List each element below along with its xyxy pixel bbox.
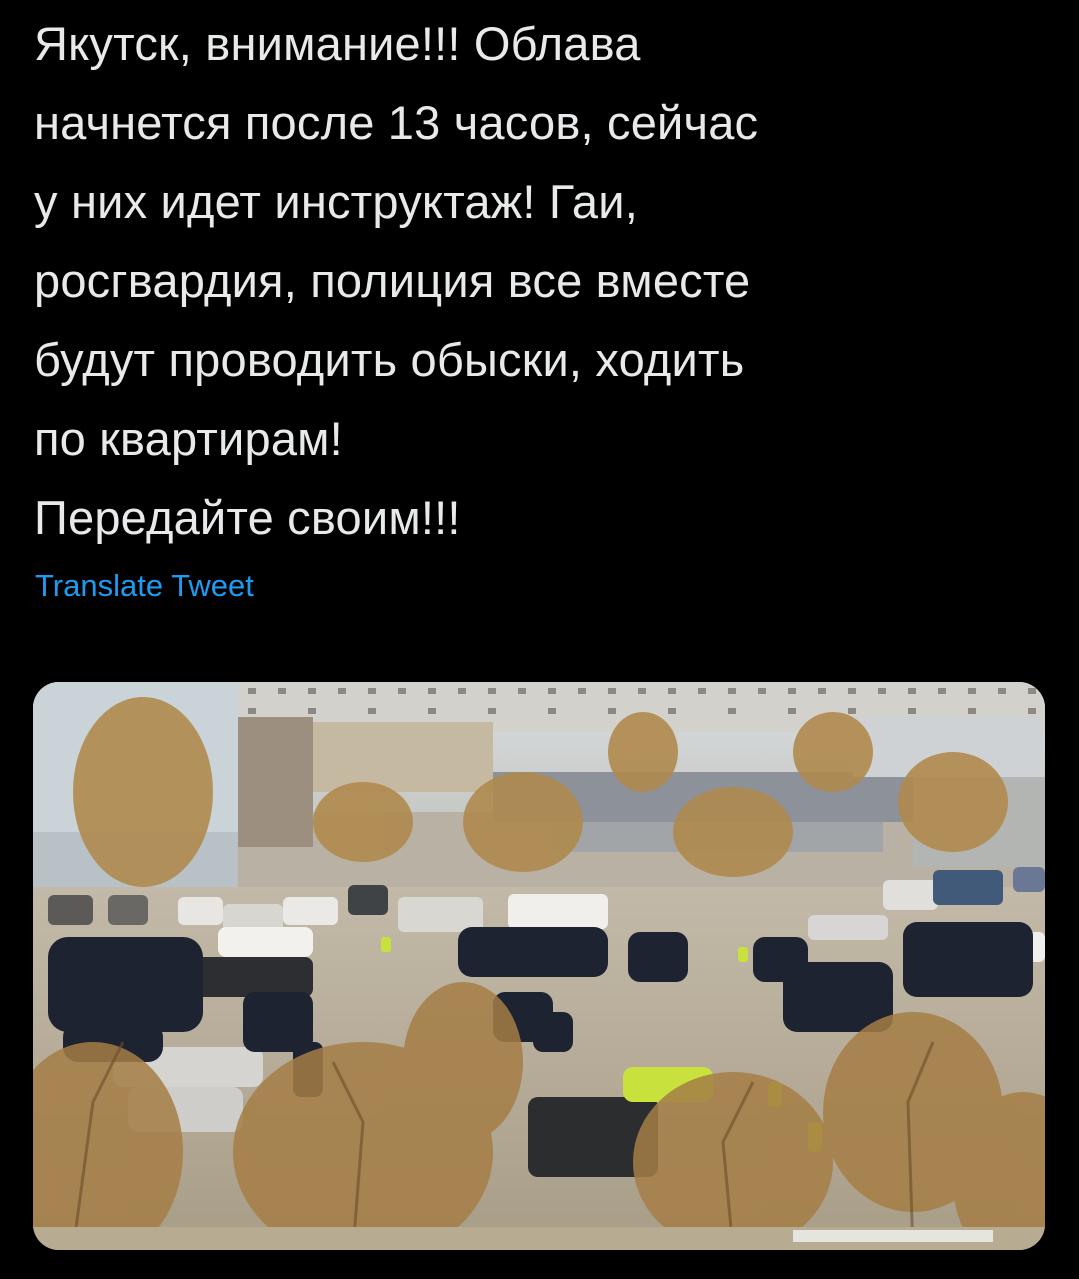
photo-scene [33,682,1045,1250]
tweet-photo[interactable] [33,682,1045,1250]
tweet-text-line: росгвардия, полиция все вместе [34,254,751,307]
tweet-text-line: Передайте своим!!! [34,491,461,544]
tweet-text-line: у них идет инструктаж! Гаи, [34,175,638,228]
tweet-text-line: по квартирам! [34,412,343,465]
tweet-text-line: будут проводить обыски, ходить [34,333,745,386]
tweet-text-line: начнется после 13 часов, сейчас [34,96,759,149]
tweet-text: Якутск, внимание!!! Облава начнется посл… [34,4,1044,557]
tweet-text-line: Якутск, внимание!!! Облава [34,17,641,70]
translate-tweet-link[interactable]: Translate Tweet [35,566,254,606]
